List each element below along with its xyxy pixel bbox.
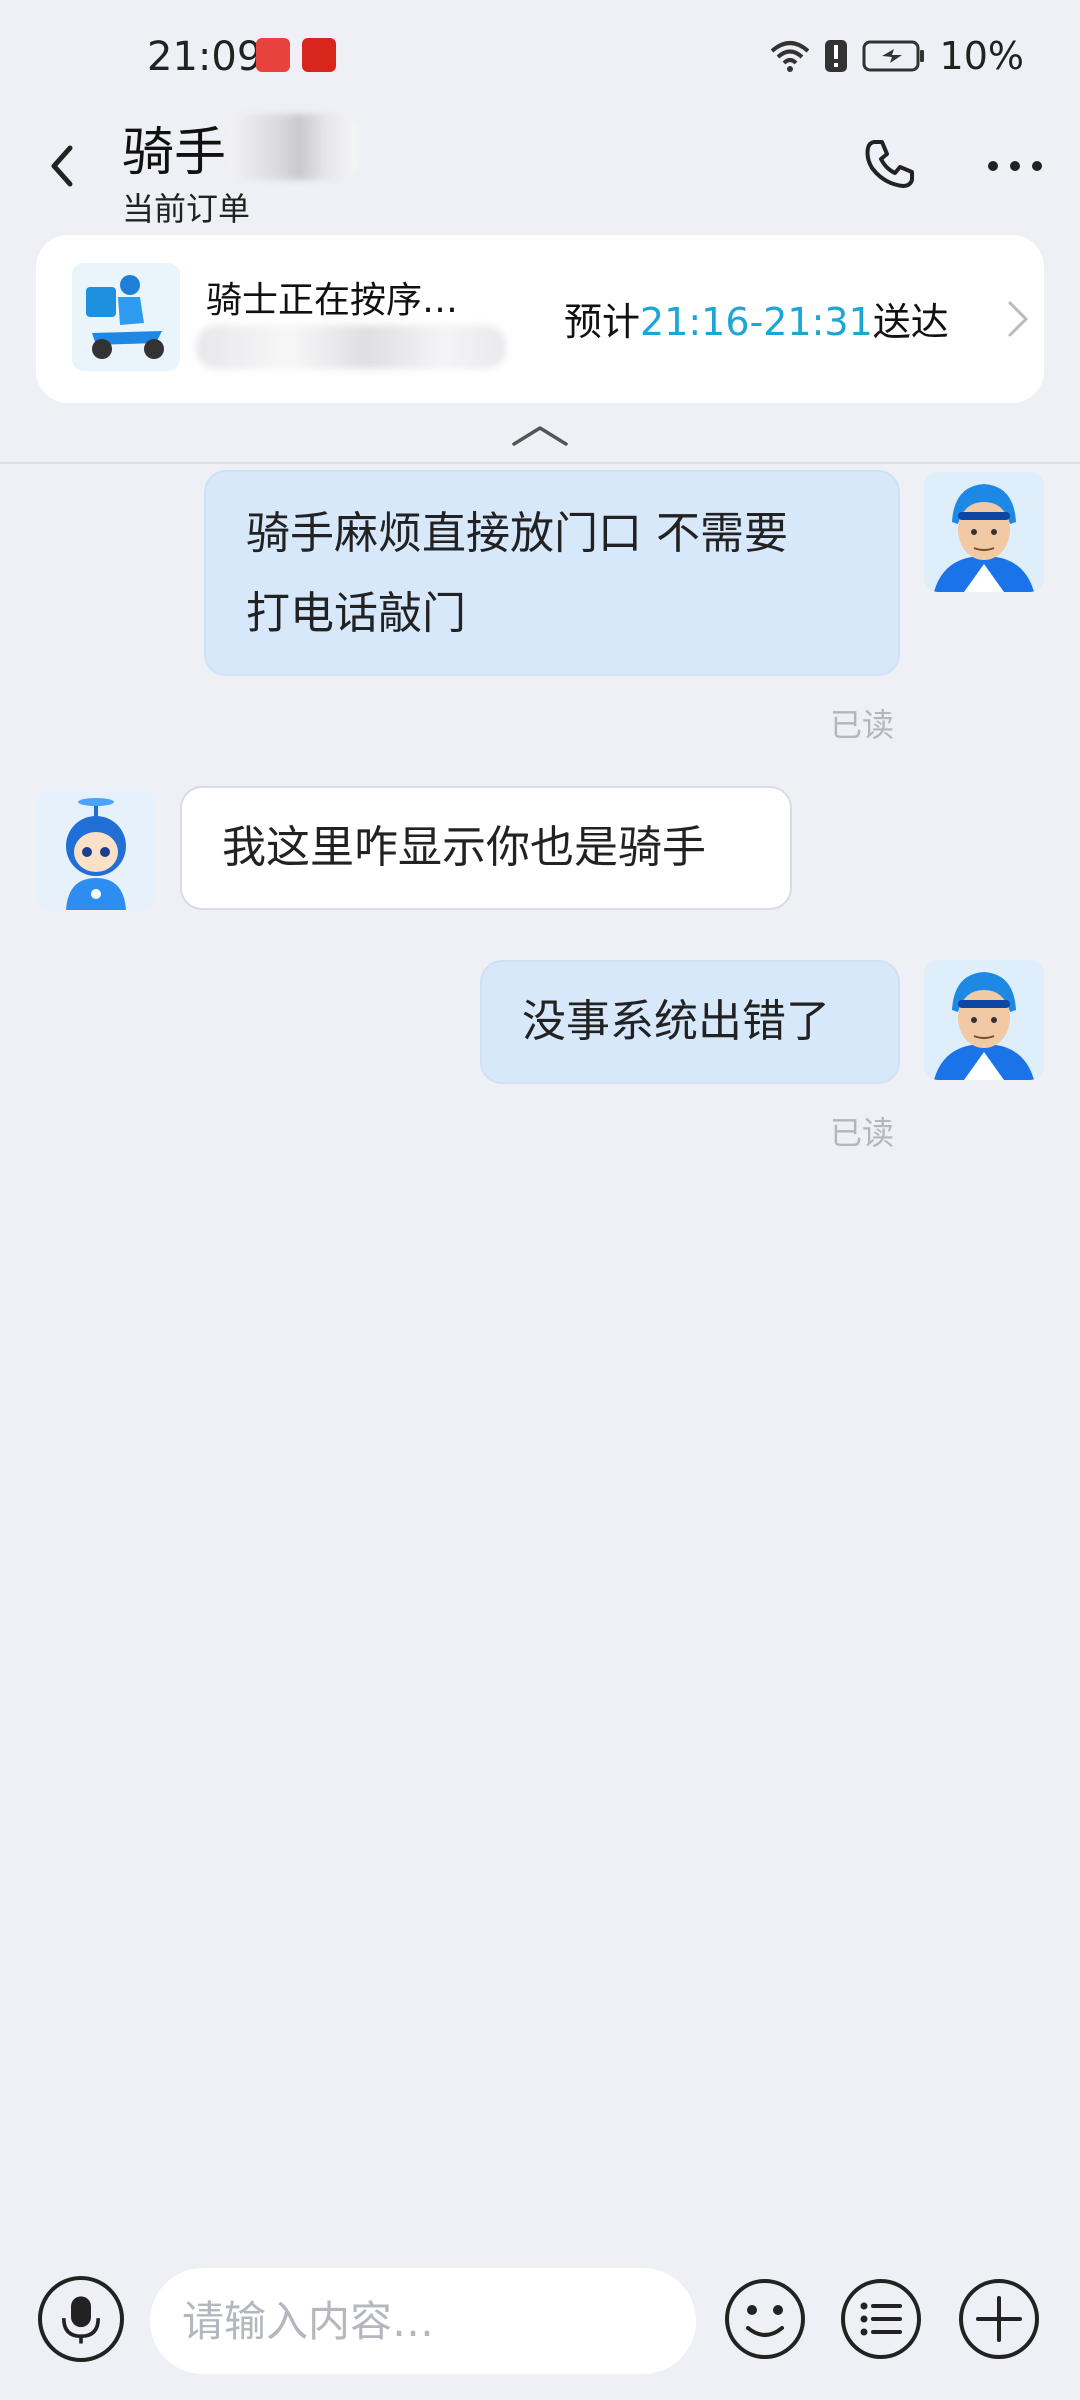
read-receipt: 已读 <box>830 706 895 744</box>
status-indicators: 10% <box>770 34 1024 78</box>
message-text-line: 打电话敲门 <box>246 588 466 639</box>
chevron-right-icon <box>1008 301 1029 337</box>
message-text-line: 没事系统出错了 <box>522 996 830 1047</box>
order-status-card[interactable]: 骑士正在按序… 预计21:16-21:31送达 <box>36 235 1044 403</box>
chat-title: 骑手 <box>122 123 227 183</box>
phone-icon[interactable] <box>860 134 920 194</box>
list-menu-icon[interactable] <box>838 2276 924 2362</box>
header-divider <box>0 462 1080 464</box>
collapse-chevron-icon[interactable] <box>510 420 570 450</box>
redacted-order-detail <box>196 325 506 369</box>
message-bubble-sent[interactable]: 没事系统出错了 <box>480 960 900 1084</box>
plus-icon[interactable] <box>956 2276 1042 2362</box>
eta-time: 21:16-21:31 <box>640 300 873 344</box>
taobao-app-icon <box>302 38 336 72</box>
alert-icon <box>824 40 847 72</box>
message-bubble-sent[interactable]: 骑手麻烦直接放门口 不需要 打电话敲门 <box>204 470 900 676</box>
back-arrow-icon[interactable] <box>38 136 88 196</box>
eta-prefix: 预计 <box>564 300 641 344</box>
redacted-name <box>228 114 358 180</box>
more-dots-icon[interactable] <box>985 154 1045 178</box>
wifi-icon <box>770 41 809 72</box>
microphone-icon[interactable] <box>38 2276 124 2362</box>
order-eta: 预计21:16-21:31送达 <box>564 291 949 346</box>
eta-suffix: 送达 <box>872 300 949 344</box>
read-receipt: 已读 <box>830 1114 895 1152</box>
message-input-bar <box>0 2250 1080 2400</box>
delivery-scooter-icon <box>72 263 180 371</box>
battery-charging-icon <box>862 40 924 72</box>
emoji-icon[interactable] <box>722 2276 808 2362</box>
message-text-line: 骑手麻烦直接放门口 不需要 <box>246 508 788 559</box>
status-bar: 21:09 10% <box>0 0 1080 120</box>
notification-app-icon <box>256 38 290 72</box>
message-text-line: 我这里咋显示你也是骑手 <box>222 822 706 873</box>
assistant-avatar[interactable] <box>36 790 156 910</box>
status-time: 21:09 <box>147 34 263 80</box>
message-input[interactable] <box>150 2268 696 2374</box>
rider-avatar[interactable] <box>924 472 1044 592</box>
rider-avatar[interactable] <box>924 960 1044 1080</box>
chat-header: 骑手 当前订单 <box>0 110 1080 230</box>
chat-subtitle[interactable]: 当前订单 <box>122 184 250 230</box>
message-bubble-received[interactable]: 我这里咋显示你也是骑手 <box>180 786 792 910</box>
battery-percent: 10% <box>939 34 1024 78</box>
order-status-title: 骑士正在按序… <box>206 280 459 321</box>
